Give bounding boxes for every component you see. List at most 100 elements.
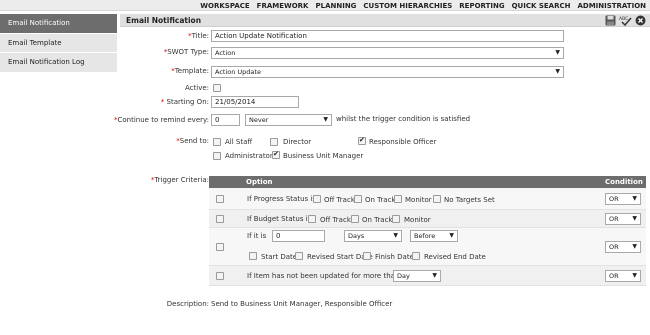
nav-administration[interactable]: ADMINISTRATION [577, 2, 646, 10]
finish-date-label: Finish Date [375, 253, 414, 261]
nav-framework[interactable]: FRAMEWORK [257, 2, 309, 10]
active-label: Active: [184, 84, 209, 92]
table-row: If Progress Status is Off Track On Track… [209, 188, 646, 210]
start-date-checkbox[interactable] [249, 252, 257, 260]
table-row: If Budget Status is Off Track On Track M… [209, 210, 646, 228]
update-period-select[interactable]: Day ▼ [393, 270, 441, 282]
progress-on-track-checkbox[interactable] [354, 195, 362, 203]
revised-end-date-label: Revised End Date [424, 253, 486, 261]
send-to-all-staff-checkbox[interactable] [213, 138, 221, 146]
title-input[interactable] [211, 30, 564, 42]
revised-start-date-checkbox[interactable] [295, 252, 303, 260]
budget-monitor-label: Monitor [404, 216, 431, 224]
dropdown-arrow-icon: ▼ [432, 272, 437, 279]
sidebar-item-email-notification[interactable]: Email Notification [0, 14, 117, 34]
sidebar-item-email-notification-log[interactable]: Email Notification Log [0, 53, 117, 73]
close-icon[interactable] [635, 15, 646, 26]
trigger-criteria-label: *Trigger Criteria: [150, 176, 209, 184]
starting-on-label: * Starting On: [160, 98, 209, 106]
date-offset-text: If it is [247, 232, 267, 240]
trigger-criteria-grid: Option Condition If Progress Status is O… [209, 176, 646, 286]
dropdown-arrow-icon: ▼ [632, 243, 637, 250]
budget-on-track-label: On Track [362, 216, 393, 224]
remind-interval-input[interactable] [211, 114, 240, 126]
starting-on-input[interactable] [211, 96, 299, 108]
dropdown-arrow-icon: ▼ [632, 272, 637, 279]
send-to-administrator-checkbox[interactable] [213, 152, 221, 160]
finish-date-checkbox[interactable] [363, 252, 371, 260]
swot-type-label: *SWOT Type: [163, 48, 209, 56]
sidebar: Email Notification Email Template Email … [0, 14, 117, 73]
condition-select[interactable]: OR ▼ [605, 270, 641, 282]
row-select-checkbox[interactable] [216, 195, 224, 203]
panel-title: Email Notification [126, 16, 202, 25]
swot-type-select[interactable]: Action ▼ [211, 47, 564, 59]
description-label: Description: [166, 300, 209, 308]
progress-off-track-checkbox[interactable] [313, 195, 321, 203]
date-offset-unit-select[interactable]: Days ▼ [344, 230, 402, 242]
title-label: *Title: [188, 32, 209, 40]
progress-off-track-label: Off Track [324, 196, 355, 204]
spellcheck-icon[interactable]: ABC [619, 15, 632, 26]
budget-monitor-checkbox[interactable] [392, 215, 400, 223]
budget-off-track-label: Off Track [320, 216, 351, 224]
nav-custom-hierarchies[interactable]: CUSTOM HIERARCHIES [363, 2, 452, 10]
condition-select[interactable]: OR ▼ [605, 193, 641, 205]
date-relation-select[interactable]: Before ▼ [410, 230, 458, 242]
table-row: If it is Days▼ Before▼ Start Date Revise… [209, 228, 646, 266]
condition-select[interactable]: OR ▼ [605, 213, 641, 225]
not-updated-text: If Item has not been updated for more th… [247, 272, 406, 280]
grid-header-condition: Condition [605, 178, 643, 186]
progress-on-track-label: On Track [365, 196, 396, 204]
send-to-responsible-officer-checkbox[interactable] [358, 136, 366, 145]
row-select-checkbox[interactable] [216, 272, 224, 280]
send-to-responsible-officer-label: Responsible Officer [369, 138, 437, 146]
dropdown-arrow-icon: ▼ [632, 195, 637, 202]
send-to-business-unit-manager-checkbox[interactable] [272, 150, 280, 159]
grid-header-option: Option [246, 178, 273, 186]
send-to-director-label: Director [283, 138, 312, 146]
svg-text:ABC: ABC [619, 16, 628, 22]
progress-no-targets-checkbox[interactable] [433, 195, 441, 203]
send-to-administrator-label: Administrator [225, 152, 273, 160]
budget-on-track-checkbox[interactable] [351, 215, 359, 223]
nav-reporting[interactable]: REPORTING [459, 2, 504, 10]
row-select-checkbox[interactable] [216, 243, 224, 251]
dropdown-arrow-icon: ▼ [555, 68, 560, 75]
nav-quick-search[interactable]: QUICK SEARCH [512, 2, 571, 10]
panel-header: Email Notification ABC [120, 14, 650, 27]
send-to-director-checkbox[interactable] [270, 138, 278, 146]
progress-monitor-checkbox[interactable] [394, 195, 402, 203]
progress-status-text: If Progress Status is [247, 195, 316, 203]
send-to-all-staff-label: All Staff [225, 138, 253, 146]
remind-suffix-text: whilst the trigger condition is satisfie… [336, 115, 471, 123]
remind-label: *Continue to remind every: [114, 116, 209, 124]
sidebar-item-email-template[interactable]: Email Template [0, 33, 117, 53]
remind-unit-select[interactable]: Never ▼ [245, 114, 332, 126]
dropdown-arrow-icon: ▼ [323, 116, 328, 123]
dropdown-arrow-icon: ▼ [632, 215, 637, 222]
send-to-label: *Send to: [176, 137, 209, 145]
top-navigation: WORKSPACE FRAMEWORK PLANNING CUSTOM HIER… [0, 0, 650, 11]
row-select-checkbox[interactable] [216, 215, 224, 223]
budget-off-track-checkbox[interactable] [308, 215, 316, 223]
nav-planning[interactable]: PLANNING [315, 2, 356, 10]
send-to-business-unit-manager-label: Business Unit Manager [283, 152, 364, 160]
active-checkbox[interactable] [213, 84, 221, 92]
condition-select[interactable]: OR ▼ [605, 241, 641, 253]
dropdown-arrow-icon: ▼ [555, 49, 560, 56]
date-offset-input[interactable] [272, 230, 325, 242]
dropdown-arrow-icon: ▼ [393, 232, 398, 239]
revised-end-date-checkbox[interactable] [412, 252, 420, 260]
budget-status-text: If Budget Status is [247, 215, 312, 223]
nav-workspace[interactable]: WORKSPACE [200, 2, 249, 10]
grid-header: Option Condition [209, 176, 646, 188]
progress-monitor-label: Monitor [405, 196, 432, 204]
save-icon[interactable] [605, 15, 616, 26]
template-select[interactable]: Action Update ▼ [211, 66, 564, 78]
template-label: *Template: [171, 67, 209, 75]
description-value: Send to Business Unit Manager, Responsib… [211, 300, 393, 308]
start-date-label: Start Date [261, 253, 298, 261]
table-row: If Item has not been updated for more th… [209, 266, 646, 286]
dropdown-arrow-icon: ▼ [449, 232, 454, 239]
